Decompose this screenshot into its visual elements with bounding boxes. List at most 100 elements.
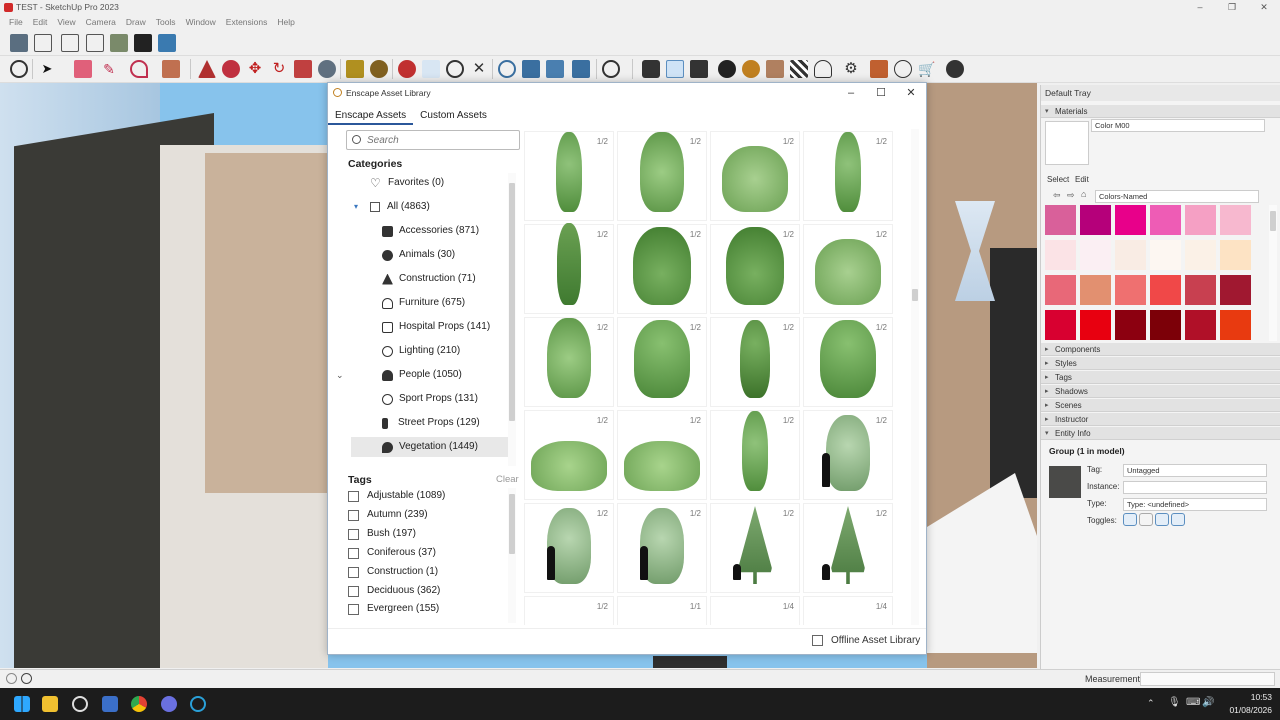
pan-icon[interactable] (422, 60, 440, 78)
tab-custom-assets[interactable]: Custom Assets (413, 107, 494, 125)
back-view-icon[interactable] (110, 34, 128, 52)
scenes-header[interactable]: Scenes (1041, 399, 1280, 412)
left-view-icon[interactable] (134, 34, 152, 52)
zoom-icon[interactable] (446, 60, 464, 78)
tag-checkbox[interactable] (348, 490, 359, 502)
material-swatch[interactable] (1045, 240, 1076, 270)
remote-desktop-icon[interactable] (102, 696, 118, 712)
menu-window[interactable]: Window (181, 15, 221, 29)
paint-bucket-icon[interactable] (370, 60, 388, 78)
asset-card[interactable]: 1/2 (524, 410, 614, 500)
material-swatch[interactable] (1115, 205, 1146, 235)
tab-enscape-assets[interactable]: Enscape Assets (328, 107, 414, 125)
offline-library-option[interactable]: Offline Asset Library (812, 635, 920, 646)
select-tab[interactable]: Select (1047, 175, 1069, 184)
menu-extensions[interactable]: Extensions (221, 15, 273, 29)
network-icon[interactable]: ⌨ (1186, 697, 1200, 708)
materials-header[interactable]: Materials (1041, 105, 1280, 118)
asset-card[interactable]: 1/2 (803, 503, 893, 593)
asset-card[interactable]: 1/2 (710, 224, 800, 314)
category-animals[interactable]: Animals (30) (382, 245, 455, 265)
eraser-icon[interactable] (74, 60, 92, 78)
material-swatch[interactable] (1220, 205, 1251, 235)
category-vegetation[interactable]: Vegetation (1449) (351, 437, 508, 457)
dialog-minimize-button[interactable]: – (836, 83, 866, 103)
category-street-props[interactable]: Street Props (129) (382, 413, 480, 433)
category-favorites[interactable]: ♡ Favorites (0) (370, 173, 444, 193)
library-dropdown[interactable]: Colors-Named (1095, 190, 1259, 203)
enscape-taskbar-icon[interactable] (190, 696, 206, 712)
instance-input[interactable] (1123, 481, 1267, 494)
chrome-icon[interactable] (131, 696, 147, 712)
tag-checkbox[interactable] (348, 585, 359, 597)
menu-camera[interactable]: Camera (81, 15, 121, 29)
styles-header[interactable]: Styles (1041, 357, 1280, 370)
material-swatch[interactable] (1150, 310, 1181, 340)
section-plane-icon[interactable] (498, 60, 516, 78)
zoom-window-icon[interactable]: ✕ (470, 60, 488, 78)
tags-scrollbar[interactable] (508, 488, 516, 623)
volume-icon[interactable]: 🔊 (1202, 697, 1214, 708)
tag-autumn[interactable]: Autumn (239) (348, 507, 428, 523)
visible-toggle-icon[interactable] (1123, 513, 1137, 526)
material-swatch[interactable] (1185, 240, 1216, 270)
menu-file[interactable]: File (4, 15, 28, 29)
edit-tab[interactable]: Edit (1075, 175, 1089, 184)
tag-dropdown[interactable]: Untagged (1123, 464, 1267, 477)
home-icon[interactable]: ⌂ (1081, 189, 1086, 199)
pencil-icon[interactable]: ✎ (100, 60, 118, 78)
tag-checkbox[interactable] (348, 547, 359, 559)
start-windows-icon[interactable] (14, 696, 30, 712)
right-view-icon[interactable] (86, 34, 104, 52)
tag-checkbox[interactable] (348, 528, 359, 540)
asset-card[interactable]: 1/2 (803, 224, 893, 314)
tag-construction[interactable]: Construction (1) (348, 564, 438, 580)
tag-checkbox[interactable] (348, 509, 359, 521)
search-input[interactable] (367, 133, 517, 148)
category-furniture[interactable]: Furniture (675) (382, 293, 465, 313)
swatches-scroll-thumb[interactable] (1270, 211, 1276, 231)
zoom-extents-icon[interactable] (10, 60, 28, 78)
material-swatch[interactable] (1150, 240, 1181, 270)
offline-checkbox[interactable] (812, 635, 823, 646)
material-swatch[interactable] (1220, 240, 1251, 270)
rectangle-icon[interactable] (162, 60, 180, 78)
asset-card[interactable]: 1/2 (524, 596, 614, 625)
asset-card[interactable]: 1/2 (710, 503, 800, 593)
categories-scrollbar[interactable] (508, 173, 516, 466)
asset-card[interactable]: 1/2 (524, 317, 614, 407)
material-swatch[interactable] (1115, 275, 1146, 305)
clear-tags-link[interactable]: Clear (496, 474, 519, 485)
category-sport-props[interactable]: Sport Props (131) (382, 389, 478, 409)
close-button[interactable]: ✕ (1248, 0, 1280, 15)
categories-scroll-thumb[interactable] (509, 183, 515, 421)
measurements-input[interactable] (1140, 672, 1275, 686)
section-fill-icon[interactable] (572, 60, 590, 78)
material-swatch[interactable] (1185, 205, 1216, 235)
entity-color-swatch[interactable] (1049, 466, 1081, 498)
lock-toggle-icon[interactable] (1139, 513, 1153, 526)
expand-chevron-icon[interactable]: ▾ (354, 197, 364, 217)
asset-card[interactable]: 1/2 (710, 131, 800, 221)
asset-card[interactable]: 1/2 (710, 410, 800, 500)
material-swatch[interactable] (1080, 205, 1111, 235)
enscape-export-icon[interactable] (742, 60, 760, 78)
tag-checkbox[interactable] (348, 603, 359, 615)
entity-info-header[interactable]: Entity Info (1041, 427, 1280, 440)
display-sections-icon[interactable] (522, 60, 540, 78)
category-all[interactable]: ▾ All (4863) (354, 197, 430, 217)
components-header[interactable]: Components (1041, 343, 1280, 356)
assets-scrollbar[interactable] (911, 129, 919, 625)
asset-card[interactable]: 1/2 (617, 503, 707, 593)
category-hospital-props[interactable]: Hospital Props (141) (382, 317, 490, 337)
material-swatch[interactable] (1045, 205, 1076, 235)
clock-date[interactable]: 01/08/2026 (1222, 705, 1272, 715)
offset-icon[interactable] (318, 60, 336, 78)
asset-card[interactable]: 1/2 (524, 503, 614, 593)
asset-card[interactable]: 1/2 (803, 410, 893, 500)
tags-scroll-thumb[interactable] (509, 494, 515, 554)
feedback-icon[interactable] (870, 60, 888, 78)
tag-adjustable[interactable]: Adjustable (1089) (348, 488, 445, 504)
asset-card[interactable]: 1/2 (617, 410, 707, 500)
geo-location-icon[interactable] (6, 673, 17, 684)
